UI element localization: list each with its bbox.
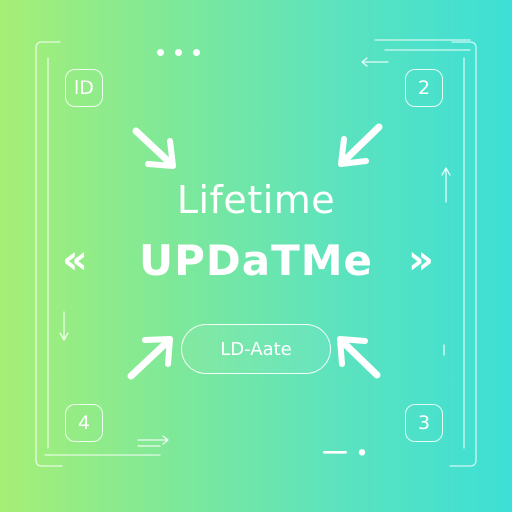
headline-line-1: Lifetime [176, 178, 336, 222]
update-button-label: LD-Aate [220, 338, 292, 360]
corner-badge-bottom-right: 3 [405, 404, 443, 442]
arrow-up-left-icon [337, 336, 381, 379]
update-button[interactable]: LD-Aate [181, 324, 331, 374]
double-chevron-left-icon: « [62, 237, 88, 283]
corner-badge-top-left: lD [65, 69, 103, 107]
arrow-down-icon [59, 311, 69, 341]
arrow-left-icon [361, 57, 389, 67]
arrow-right-icon [137, 435, 169, 447]
arrow-up-right-icon [127, 336, 173, 380]
dash-dot-icon [323, 449, 366, 456]
corner-badge-label: 4 [77, 412, 91, 434]
arrow-down-right-icon [132, 127, 176, 169]
corner-badge-label: 3 [417, 412, 431, 434]
double-chevron-right-icon: » [408, 237, 434, 283]
corner-badge-top-right: 2 [405, 69, 443, 107]
arrow-down-left-icon [338, 123, 383, 167]
three-dots-icon [157, 49, 200, 56]
corner-badge-bottom-left: 4 [65, 404, 103, 442]
corner-badge-label: lD [74, 77, 94, 99]
corner-badge-label: 2 [417, 77, 431, 99]
